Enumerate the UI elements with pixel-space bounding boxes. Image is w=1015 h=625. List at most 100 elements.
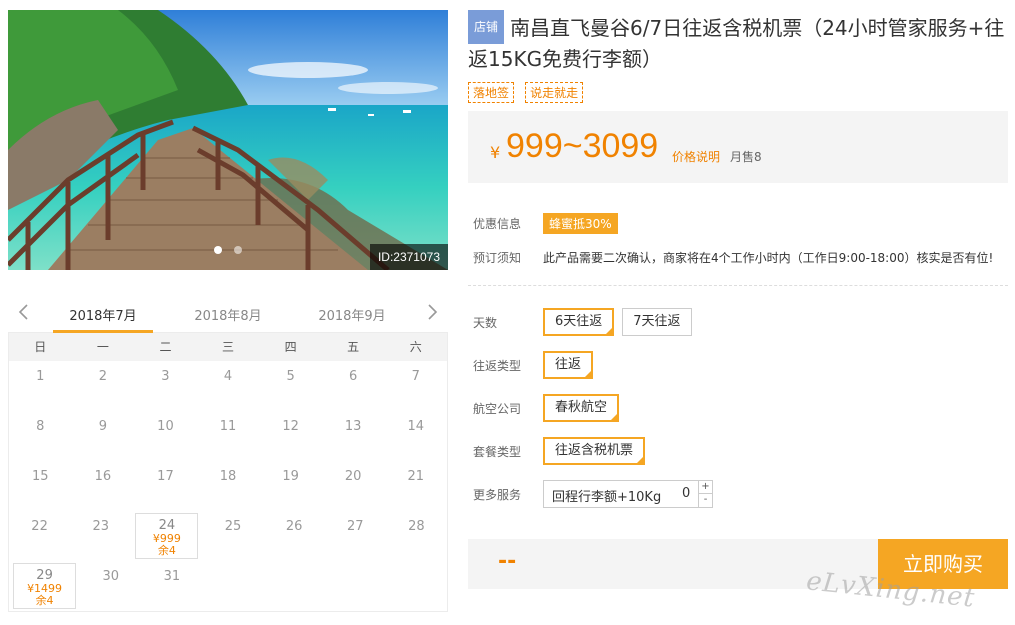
calendar-day [325,561,386,611]
beach-boardwalk-image [8,10,448,270]
day-number: 21 [407,469,425,484]
weekday-label: 三 [222,340,235,354]
option-package: 套餐类型 往返含税机票 [473,437,653,465]
day-number: 25 [224,519,242,534]
calendar-day: 26 [264,511,325,561]
weekday-label: 二 [159,340,172,354]
calendar-day: 31 [141,561,202,611]
calendar-day: 3 [134,361,197,411]
day-number: 28 [408,519,425,534]
calendar-grid: 日 一 二 三 四 五 六 1 2 3 4 5 6 7 8 9 10 11 12 13 14 15 16 17 1… [8,332,448,612]
calendar-day: 15 [9,461,72,511]
weekday-label: 六 [409,340,422,354]
calendar-day: 30 [80,561,141,611]
price-panel: ¥ 999~3099 价格说明 月售8 [468,111,1008,183]
tag-visa-on-arrival: 落地签 [468,82,515,103]
date-calendar: 2018年7月 2018年8月 2018年9月 日 一 二 三 四 五 六 12… [8,296,448,612]
calendar-day: 2 [72,361,135,411]
service-name: 回程行李额+10Kg [552,490,662,505]
option-7-days[interactable]: 7天往返 [622,308,692,336]
day-number: 18 [219,469,237,484]
day-number: 12 [282,419,299,434]
day-number: 9 [98,419,107,434]
calendar-day-available[interactable]: 24 ¥999 余4 [135,513,199,559]
carousel-dot[interactable] [233,246,242,254]
month-tab-august[interactable]: 2018年8月 [178,305,278,324]
month-tab-july[interactable]: 2018年7月 [53,305,153,333]
day-number: 10 [157,419,174,434]
option-more-label: 更多服务 [473,487,522,502]
option-days: 天数 6天往返 7天往返 [473,308,700,336]
weekday-header: 日 一 二 三 四 五 六 [9,333,447,361]
calendar-day: 25 [202,511,263,561]
calendar-body: 1 2 3 4 5 6 7 8 9 10 11 12 13 14 15 16 17 18 19 20 21 22 23 24 ¥… [9,361,447,611]
calendar-day [386,561,447,611]
calendar-day: 13 [322,411,385,461]
day-number: 16 [94,469,112,484]
day-number: 17 [157,469,174,484]
next-month-button[interactable] [422,302,442,322]
calendar-day: 23 [70,511,131,561]
option-spring-airlines[interactable]: 春秋航空 [543,394,620,422]
calendar-day: 12 [259,411,322,461]
currency-symbol: ¥ [490,143,501,162]
calendar-day: 21 [384,461,447,511]
calendar-week-row: 15 16 17 18 19 20 21 [9,461,447,511]
calendar-day: 18 [197,461,260,511]
option-airline: 航空公司 春秋航空 [473,394,627,422]
option-ticket-with-tax[interactable]: 往返含税机票 [543,437,646,465]
day-number: 8 [36,419,45,434]
baggage-service-stepper: 回程行李额+10Kg 0 + - [543,480,713,508]
weekday-label: 一 [96,340,109,354]
option-6-days[interactable]: 6天往返 [543,308,615,336]
chevron-left-icon [18,304,28,320]
calendar-day [202,561,263,611]
calendar-day [264,561,325,611]
notice-text: 此产品需要二次确认，商家将在4个工作小时内（工作日9:00-18:00）核实是否… [543,251,994,265]
day-number: 19 [282,469,299,484]
day-number: 14 [407,419,425,434]
calendar-day: 14 [384,411,447,461]
shop-badge[interactable]: 店铺 [468,10,505,44]
day-number: 5 [286,369,295,384]
calendar-day: 4 [197,361,260,411]
chevron-right-icon [428,304,438,320]
service-quantity[interactable]: 0 [682,486,690,501]
notice-row: 预订须知 此产品需要二次确认，商家将在4个工作小时内（工作日9:00-18:00）… [473,249,993,266]
quantity-plus-button[interactable]: + [698,481,712,494]
discount-badge: 蜂蜜抵30% [543,213,618,234]
calendar-day: 10 [134,411,197,461]
day-number: 20 [344,469,362,484]
option-round-trip[interactable]: 往返 [543,351,594,379]
day-number: 29 [36,568,53,583]
discount-row: 优惠信息 蜂蜜抵30% [473,213,618,234]
day-number: 13 [344,419,362,434]
calendar-week-row: 29 ¥1499 余4 30 31 [9,561,447,611]
day-number: 31 [163,569,181,584]
price-range: 999~3099 [506,127,659,165]
product-photo[interactable]: ID:2371073 [8,10,448,270]
calendar-month-nav: 2018年7月 2018年8月 2018年9月 [8,296,448,333]
calendar-day: 8 [9,411,72,461]
option-trip-label: 往返类型 [473,358,522,373]
calendar-day-available[interactable]: 29 ¥1499 余4 [13,563,77,609]
carousel-dot[interactable] [214,246,223,254]
product-tags: 落地签 说走就走 [468,82,1008,103]
price-explanation-link[interactable]: 价格说明 [672,148,720,165]
option-package-label: 套餐类型 [473,444,522,459]
prev-month-button[interactable] [14,302,34,322]
day-number: 2 [98,369,107,384]
calendar-day: 20 [322,461,385,511]
month-tab-september[interactable]: 2018年9月 [302,305,402,324]
day-number: 1 [36,369,45,384]
day-stock: 余4 [157,544,176,557]
product-header: 店铺 南昌直飞曼谷6/7日往返含税机票（24小时管家服务+往返15KG免费行李额）… [468,10,1008,103]
calendar-day: 22 [9,511,70,561]
section-divider [468,285,1008,286]
calendar-day: 9 [72,411,135,461]
calendar-week-row: 1 2 3 4 5 6 7 [9,361,447,411]
quantity-minus-button[interactable]: - [698,494,712,507]
day-number: 26 [285,519,303,534]
calendar-day: 17 [134,461,197,511]
photo-id-label: ID:2371073 [369,244,448,270]
